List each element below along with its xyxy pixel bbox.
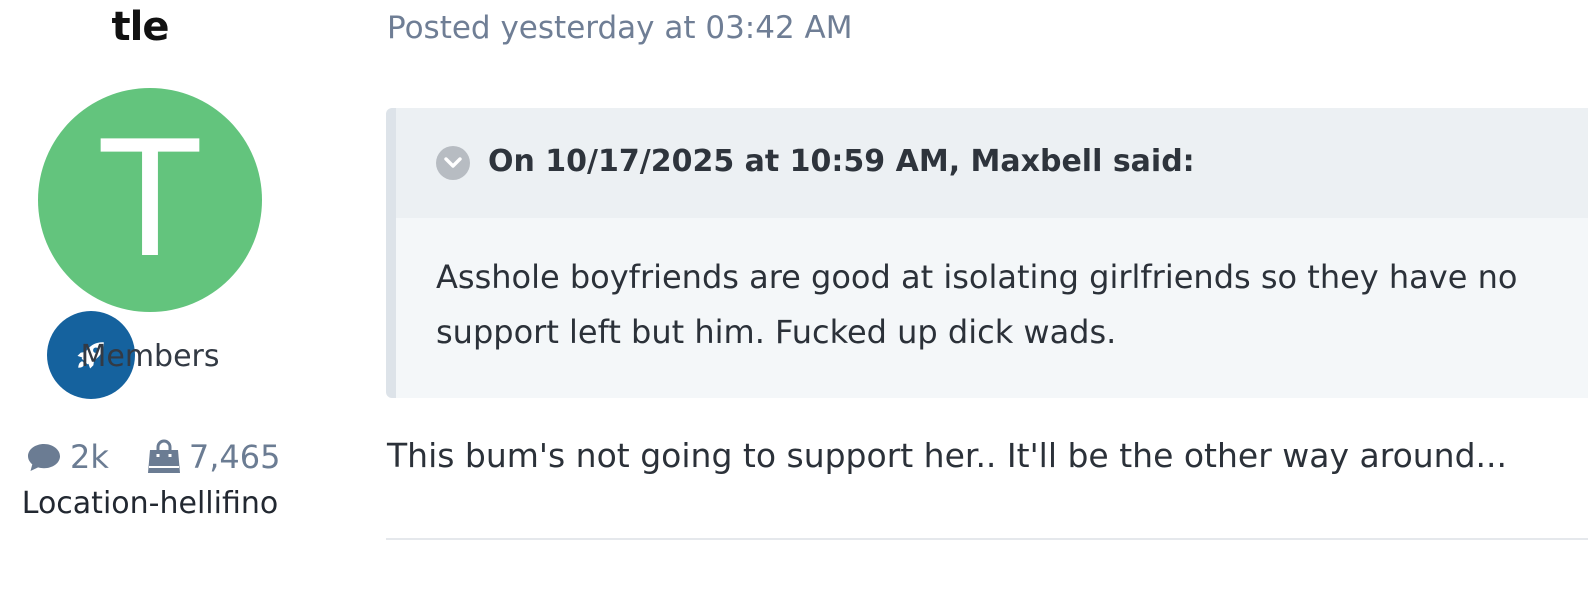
post-divider [386, 538, 1588, 540]
author-location: Location-hellifino [21, 486, 279, 521]
quote-block: On 10/17/2025 at 10:59 AM, Maxbell said:… [386, 108, 1588, 398]
quote-header: On 10/17/2025 at 10:59 AM, Maxbell said: [396, 108, 1588, 218]
chevron-down-icon [444, 157, 462, 168]
post-count-stat: 2k [26, 438, 109, 476]
shopping-bag-icon [147, 439, 180, 473]
member-group: Members [80, 339, 220, 374]
post-date[interactable]: Posted yesterday at 03:42 AM [387, 10, 852, 46]
quote-text: Asshole boyfriends are good at isolating… [436, 258, 1518, 351]
quote-citation[interactable]: On 10/17/2025 at 10:59 AM, Maxbell said: [488, 144, 1195, 179]
post-content: Posted yesterday at 03:42 AM On 10/17/20… [386, 0, 1588, 606]
post-body: This bum's not going to support her.. It… [387, 436, 1508, 475]
comment-icon [28, 444, 60, 471]
avatar-container: T [38, 88, 262, 404]
author-stats: 2k 7,465 [26, 437, 281, 477]
post-count: 2k [70, 438, 109, 476]
author-name[interactable]: tle [0, 4, 280, 50]
author-panel: tle T Members 2k 7,465 Location-hellifin… [0, 0, 300, 606]
avatar[interactable]: T [38, 88, 262, 312]
quote-toggle-button[interactable] [436, 146, 470, 180]
reputation-count: 7,465 [188, 438, 281, 476]
reputation-stat: 7,465 [147, 438, 281, 476]
